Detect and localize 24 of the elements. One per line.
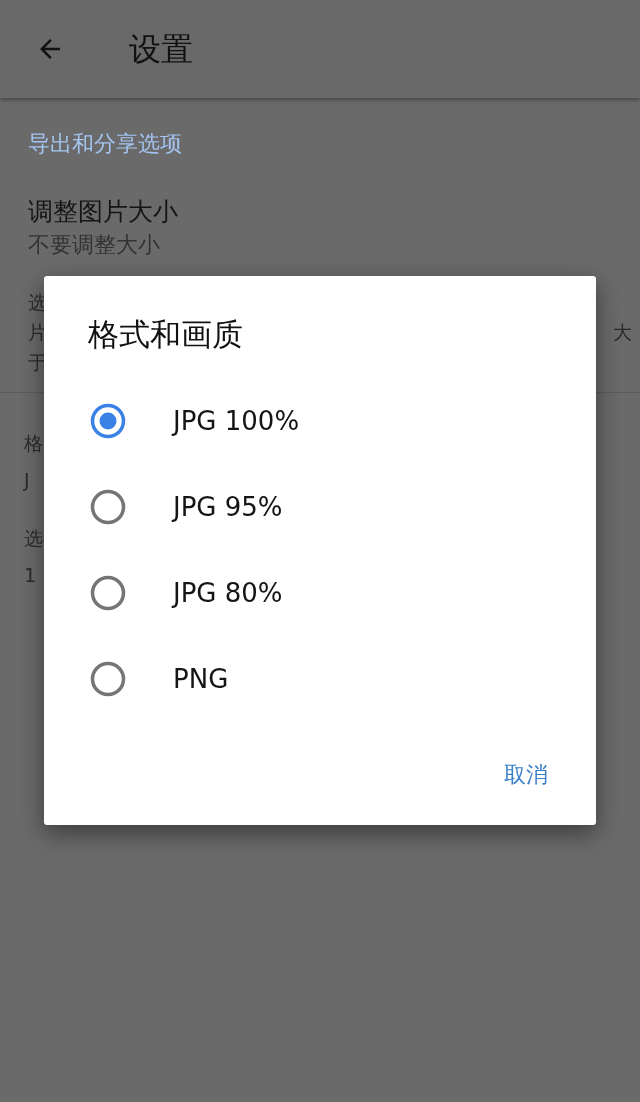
covered-text: 大	[613, 319, 632, 345]
covered-text: 1	[24, 562, 37, 588]
option-label: JPG 100%	[173, 404, 300, 438]
option-label: PNG	[173, 662, 229, 696]
covered-text: 选	[24, 526, 43, 551]
screen-title: 设置	[129, 29, 193, 70]
dialog-title: 格式和画质	[88, 315, 244, 354]
option-label: JPG 80%	[173, 576, 283, 610]
radio-option[interactable]: JPG 95%	[44, 464, 596, 550]
covered-text: 于	[28, 349, 47, 375]
radio-option[interactable]: JPG 80%	[44, 550, 596, 636]
radio-option[interactable]: JPG 100%	[44, 378, 596, 464]
cancel-button[interactable]: 取消	[500, 754, 552, 795]
covered-text: J	[24, 467, 30, 493]
radio-unchecked-icon[interactable]	[90, 575, 126, 611]
section-header: 导出和分享选项	[28, 130, 183, 158]
radio-unchecked-icon[interactable]	[90, 489, 126, 525]
radio-checked-icon[interactable]	[90, 403, 126, 439]
radio-option[interactable]: PNG	[44, 636, 596, 722]
radio-unchecked-icon[interactable]	[90, 661, 126, 697]
setting-title: 调整图片大小	[28, 196, 179, 228]
covered-text: 格	[24, 431, 43, 456]
option-label: JPG 95%	[173, 490, 283, 524]
covered-text: 片	[28, 319, 47, 345]
